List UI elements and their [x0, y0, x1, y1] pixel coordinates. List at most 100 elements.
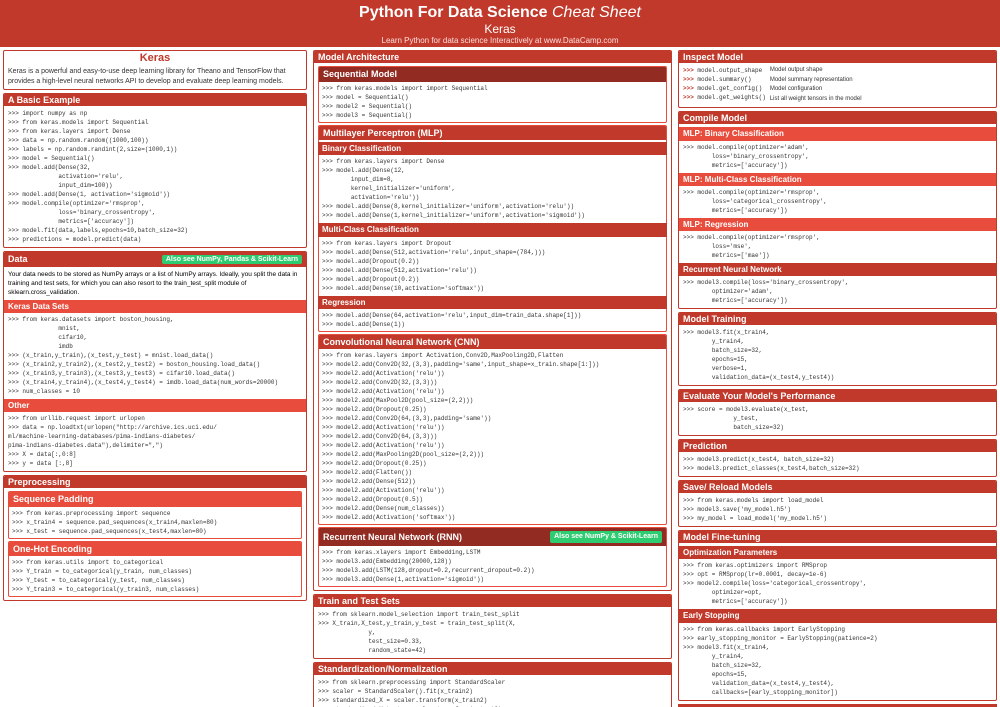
mlp-body: Binary Classification >>> from keras.lay… [319, 140, 666, 331]
regression-code: >>> model.add(Dense(64,activation='relu'… [322, 311, 663, 329]
inspect-desc-4: List all weight tensors in the model [770, 95, 992, 105]
model-arch-title: Model Architecture [314, 51, 671, 63]
mlp-section: Multilayer Perceptron (MLP) Binary Class… [318, 125, 667, 332]
evaluate-section: Evaluate Your Model's Performance >>> sc… [678, 389, 997, 436]
mid-bottom: Train and Test Sets >>> from sklearn.mod… [313, 594, 672, 707]
binary-class-header: Binary Classification [318, 142, 667, 155]
sequence-body: >>> from keras.preprocessing import sequ… [9, 507, 301, 538]
keras-intro-section: Keras Keras is a powerful and easy-to-us… [3, 50, 307, 90]
early-stopping-code: >>> from keras.callbacks import EarlySto… [683, 625, 992, 697]
header-title: Python For Data Science Cheat Sheet [0, 4, 1000, 22]
basic-example-title: A Basic Example [4, 94, 306, 106]
data-description: Your data needs to be stored as NumPy ar… [8, 270, 302, 297]
inspect-desc-1: Model output shape [770, 66, 992, 76]
sequence-padding-section: Sequence Padding >>> from keras.preproce… [8, 491, 302, 539]
inspect-descriptions: Model output shape Model summary represe… [770, 66, 992, 104]
evaluate-code: >>> score = model3.evaluate(x_test, y_te… [683, 405, 992, 432]
header-subtitle: Keras [0, 22, 1000, 36]
preprocessing-title: Preprocessing [4, 476, 306, 488]
inspect-content: >>> model.output_shape >>> model.summary… [683, 66, 992, 104]
fine-tuning-title: Model Fine-tuning [679, 531, 996, 543]
prediction-code: >>> model3.predict(x_test4, batch_size=3… [683, 455, 992, 473]
standardization-body: >>> from sklearn.preprocessing import St… [314, 675, 671, 707]
data-header: Data Also see NumPy, Pandas & Scikit-Lea… [4, 252, 306, 267]
save-reload-code: >>> from keras.models import load_model … [683, 496, 992, 523]
keras-title: Keras [4, 51, 306, 65]
data-section: Data Also see NumPy, Pandas & Scikit-Lea… [3, 251, 307, 473]
standardization-code: >>> from sklearn.preprocessing import St… [318, 678, 667, 707]
basic-example-body: >>> import numpy as np >>> from keras.mo… [4, 106, 306, 247]
middle-column: Model Architecture Sequential Model >>> … [310, 47, 675, 707]
fine-tuning-section: Model Fine-tuning Optimization Parameter… [678, 530, 997, 700]
sequence-title: Sequence Padding [9, 492, 301, 507]
header: Python For Data Science Cheat Sheet Kera… [0, 0, 1000, 47]
train-test-body: >>> from sklearn.model_selection import … [314, 607, 671, 658]
sequence-code: >>> from keras.preprocessing import sequ… [12, 509, 298, 536]
rnn-body: >>> from keras.xlayers import Embedding,… [319, 546, 666, 586]
cnn-section: Convolutional Neural Network (CNN) >>> f… [318, 334, 667, 526]
training-title: Model Training [679, 313, 996, 325]
standardization-section: Standardization/Normalization >>> from s… [313, 662, 672, 707]
preprocessing-body: Sequence Padding >>> from keras.preproce… [4, 488, 306, 600]
compile-rnn-code: >>> model3.compile(loss='binary_crossent… [683, 278, 992, 305]
early-stopping-header: Early Stopping [679, 609, 996, 622]
header-link-text: Learn Python for data science Interactiv… [382, 36, 619, 45]
compile-title: Compile Model [679, 112, 996, 124]
keras-datasets-code: >>> from keras.datasets import boston_ho… [8, 315, 302, 396]
train-test-section: Train and Test Sets >>> from sklearn.mod… [313, 594, 672, 659]
prediction-body: >>> model3.predict(x_test4, batch_size=3… [679, 452, 996, 476]
compile-multiclass-code: >>> model.compile(optimizer='rmsprop', l… [683, 188, 992, 215]
page: Python For Data Science Cheat Sheet Kera… [0, 0, 1000, 707]
keras-datasets-header: Keras Data Sets [4, 300, 306, 313]
compile-multiclass-header: MLP: Multi-Class Classification [679, 173, 996, 186]
onehot-code: >>> from keras.utils import to_categoric… [12, 558, 298, 594]
compile-regression-code: >>> model.compile(optimizer='rmsprop', l… [683, 233, 992, 260]
other-code: >>> from urllib.request import urlopen >… [8, 414, 302, 468]
keras-description: Keras is a powerful and easy-to-use deep… [4, 65, 306, 89]
train-test-title: Train and Test Sets [314, 595, 671, 607]
mid-bottom-left: Train and Test Sets >>> from sklearn.mod… [313, 594, 672, 707]
prediction-title: Prediction [679, 440, 996, 452]
sequential-body: >>> from keras.models import import Sequ… [319, 82, 666, 122]
mlp-title: Multilayer Perceptron (MLP) [319, 126, 666, 141]
compile-section: Compile Model MLP: Binary Classification… [678, 111, 997, 309]
basic-example-section: A Basic Example >>> import numpy as np >… [3, 93, 307, 248]
left-column: Keras Keras is a powerful and easy-to-us… [0, 47, 310, 707]
evaluate-title: Evaluate Your Model's Performance [679, 390, 996, 402]
save-reload-title: Save/ Reload Models [679, 481, 996, 493]
onehot-body: >>> from keras.utils import to_categoric… [9, 556, 301, 596]
sequential-code: >>> from keras.models import import Sequ… [322, 84, 663, 120]
multiclass-header: Multi-Class Classification [318, 223, 667, 236]
prediction-section: Prediction >>> model3.predict(x_test4, b… [678, 439, 997, 477]
binary-code: >>> from keras.layers import Dense >>> m… [322, 157, 663, 220]
model-arch-section: Model Architecture Sequential Model >>> … [313, 50, 672, 591]
compile-body: MLP: Binary Classification >>> model.com… [679, 124, 996, 308]
header-link: Learn Python for data science Interactiv… [0, 36, 1000, 45]
onehot-title: One-Hot Encoding [9, 542, 301, 557]
standardization-title: Standardization/Normalization [314, 663, 671, 675]
save-reload-section: Save/ Reload Models >>> from keras.model… [678, 480, 997, 527]
opt-params-header: Optimization Parameters [679, 546, 996, 559]
data-body: Your data needs to be stored as NumPy ar… [4, 267, 306, 472]
title-italic: Cheat Sheet [552, 4, 641, 21]
opt-params-code: >>> from keras.optimizers import RMSprop… [683, 561, 992, 606]
data-title: Data [8, 254, 28, 264]
model-arch-body: Sequential Model >>> from keras.models i… [314, 63, 671, 590]
sequential-title: Sequential Model [319, 67, 666, 82]
basic-example-code: >>> import numpy as np >>> from keras.mo… [8, 109, 302, 244]
rnn-also-see: Also see NumPy & Scikit-Learn [550, 531, 662, 543]
train-test-code: >>> from sklearn.model_selection import … [318, 610, 667, 655]
inspect-desc-3: Model configuration [770, 85, 992, 95]
preprocessing-section: Preprocessing Sequence Padding >>> from … [3, 475, 307, 601]
data-also-see: Also see NumPy, Pandas & Scikit-Learn [162, 255, 302, 264]
right-column: Inspect Model >>> model.output_shape >>>… [675, 47, 1000, 707]
save-reload-body: >>> from keras.models import load_model … [679, 493, 996, 526]
rnn-code: >>> from keras.xlayers import Embedding,… [322, 548, 663, 584]
onehot-section: One-Hot Encoding >>> from keras.utils im… [8, 541, 302, 598]
compile-rnn-header: Recurrent Neural Network [679, 263, 996, 276]
training-section: Model Training >>> model3.fit(x_train4, … [678, 312, 997, 386]
multiclass-code: >>> from keras.layers import Dropout >>>… [322, 239, 663, 293]
other-header: Other [4, 399, 306, 412]
compile-binary-header: MLP: Binary Classification [679, 127, 996, 140]
cnn-title: Convolutional Neural Network (CNN) [319, 335, 666, 350]
